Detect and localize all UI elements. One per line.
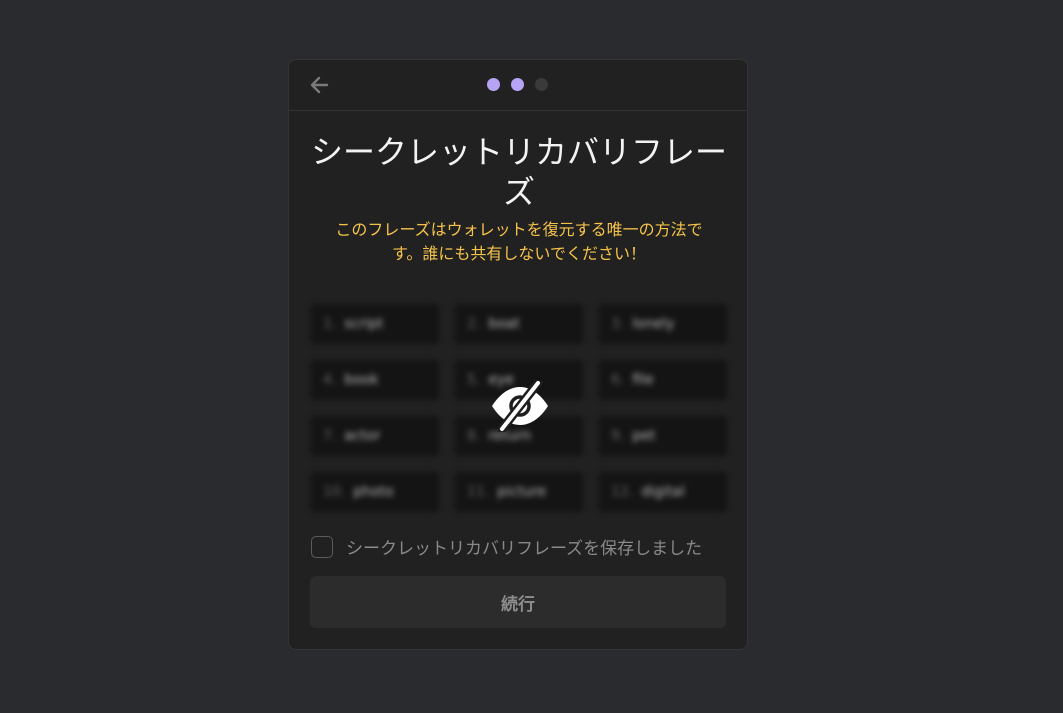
continue-button[interactable]: 続行: [310, 576, 726, 628]
phrase-word-number: 4.: [323, 372, 337, 388]
step-dot: [535, 78, 548, 91]
saved-checkbox-label[interactable]: シークレットリカバリフレーズを保存しました: [346, 534, 702, 559]
phrase-word-text: boat: [488, 316, 520, 332]
back-button[interactable]: [309, 74, 331, 96]
phrase-word-text: script: [344, 316, 384, 332]
phrase-word-number: 8.: [467, 428, 481, 444]
reveal-phrase-button[interactable]: [489, 378, 551, 434]
phrase-word: 3. lonely: [599, 304, 727, 344]
warning-text: このフレーズはウォレットを復元する唯一の方法です。誰にも共有しないでください！: [335, 220, 703, 263]
confirm-row: シークレットリカバリフレーズを保存しました: [311, 534, 702, 559]
phrase-word: 12. digital: [599, 472, 727, 512]
phrase-word: 7. actor: [311, 416, 439, 456]
phrase-word-text: digital: [641, 484, 685, 500]
phrase-word-number: 6.: [611, 372, 625, 388]
step-dot: [487, 78, 500, 91]
header: [289, 60, 747, 111]
phrase-word: 10. photo: [311, 472, 439, 512]
phrase-word: 11. picture: [455, 472, 583, 512]
phrase-word-number: 2.: [467, 316, 481, 332]
phrase-word-number: 11.: [467, 484, 490, 500]
arrow-left-icon: [310, 76, 329, 94]
phrase-word-text: photo: [353, 484, 394, 500]
saved-checkbox[interactable]: [311, 535, 333, 558]
step-dot: [511, 78, 524, 91]
phrase-word: 6. file: [599, 360, 727, 400]
eye-slash-icon: [492, 378, 548, 434]
phrase-word-number: 5.: [467, 372, 481, 388]
phrase-word-text: book: [344, 372, 379, 388]
phrase-word-text: file: [632, 372, 654, 388]
step-indicator: [487, 78, 548, 91]
phrase-word: 4. book: [311, 360, 439, 400]
page-title: シークレットリカバリフレーズ: [310, 133, 727, 211]
phrase-word-number: 12.: [611, 484, 634, 500]
phrase-word-text: picture: [497, 484, 547, 500]
phrase-word-text: pet: [632, 428, 656, 444]
phrase-word-number: 3.: [611, 316, 625, 332]
phrase-word-text: lonely: [632, 316, 675, 332]
phrase-word-number: 9.: [611, 428, 625, 444]
phrase-word: 2. boat: [455, 304, 583, 344]
recovery-phrase-card: シークレットリカバリフレーズ このフレーズはウォレットを復元する唯一の方法です。…: [288, 59, 748, 650]
phrase-word-number: 1.: [323, 316, 337, 332]
phrase-word-number: 10.: [323, 484, 346, 500]
phrase-word-text: actor: [344, 428, 381, 444]
phrase-word-number: 7.: [323, 428, 337, 444]
phrase-word: 9. pet: [599, 416, 727, 456]
phrase-word: 1. script: [311, 304, 439, 344]
